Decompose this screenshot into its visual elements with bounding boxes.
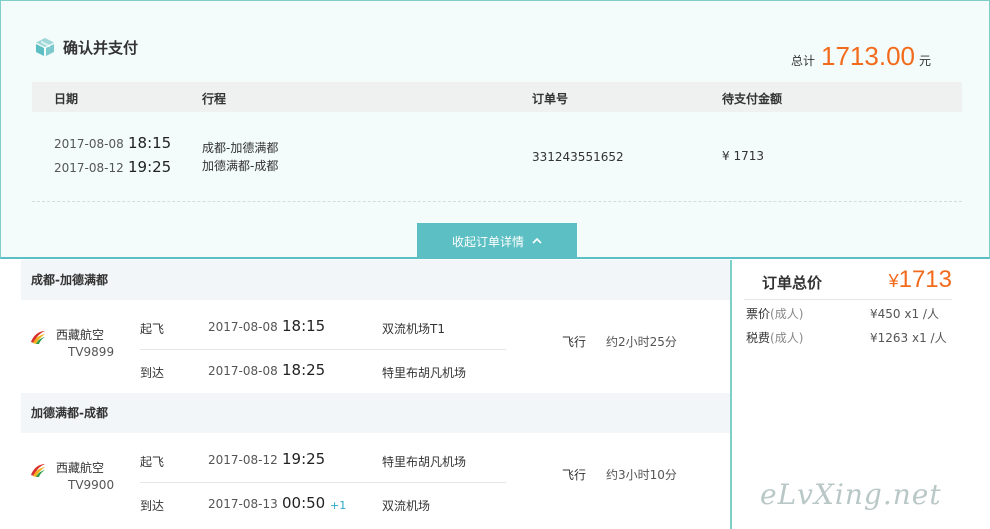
divider [744,299,952,300]
fly-label: 飞行 [562,468,587,482]
departure-leg: 起飞 2017-08-08 18:15 双流机场T1 [140,306,506,350]
arrive-label: 到达 [140,499,165,513]
arrive-airport: 特里布胡凡机场 [382,366,467,380]
price-item-value: ¥450 x1 /人 [870,307,939,321]
order-date: 2017-08-12 [54,161,124,175]
col-header-amount: 待支付金额 [722,92,783,106]
tibet-airlines-logo-icon [31,464,45,477]
date-line: 2017-08-12 19:25 [54,158,171,182]
arrive-date: 2017-08-08 [208,364,278,378]
depart-label: 起飞 [140,455,165,469]
price-item-passenger-type: (成人) [770,307,804,321]
next-day-badge: +1 [330,499,347,512]
order-table-header: 日期 行程 订单号 待支付金额 [32,82,962,112]
flight-item: 西藏航空 TV9900 起飞 2017-08-12 19:25 特里布胡凡机场 … [21,433,730,525]
depart-airport: 双流机场T1 [382,322,445,336]
order-dates: 2017-08-08 18:15 2017-08-12 19:25 [54,134,171,182]
col-header-route: 行程 [202,92,227,106]
flight-item: 西藏航空 TV9899 起飞 2017-08-08 18:15 双流机场T1 到… [21,300,730,392]
order-total: 总计 1713.00 元 [791,41,931,72]
page-title: 确认并支付 [63,38,139,57]
flight-number: TV9899 [68,345,115,359]
column-divider [730,260,732,529]
page-title-row: 确认并支付 [33,35,138,59]
order-number: 331243551652 [532,150,624,164]
order-row: 2017-08-08 18:15 2017-08-12 19:25 成都-加德满… [32,112,962,202]
price-item-name: 税费 [746,331,771,345]
route-line: 成都-加德满都 [202,141,279,155]
collapse-order-details-button[interactable]: 收起订单详情 [417,223,577,259]
tibet-airlines-logo-icon [31,331,45,344]
price-summary-title: 订单总价 [762,274,823,292]
order-time: 18:15 [128,134,172,152]
col-header-order-no: 订单号 [532,92,569,106]
airline-name: 西藏航空 [56,461,105,475]
price-item-name: 票价 [746,307,771,321]
airline-name: 西藏航空 [56,328,105,342]
price-summary-total: ¥1713 [889,266,952,294]
depart-label: 起飞 [140,322,165,336]
fly-label: 飞行 [562,335,587,349]
price-total-value: 1713 [898,266,952,293]
order-routes: 成都-加德满都 加德满都-成都 [202,139,278,175]
segment-header: 加德满都-成都 [21,393,730,433]
depart-airport: 特里布胡凡机场 [382,455,467,469]
order-date: 2017-08-08 [54,137,124,151]
depart-time: 19:25 [282,450,326,468]
flight-duration: 约3小时10分 [606,468,677,482]
arrive-airport: 双流机场 [382,499,431,513]
package-box-icon [36,38,54,56]
departure-leg: 起飞 2017-08-12 19:25 特里布胡凡机场 [140,439,506,483]
price-item-value: ¥1263 x1 /人 [870,331,947,345]
chevron-up-icon [532,236,542,247]
total-label: 总计 [790,54,815,68]
flight-duration: 约2小时25分 [606,335,677,349]
total-amount: 1713.00 [821,41,915,71]
depart-date: 2017-08-08 [208,320,278,334]
arrive-label: 到达 [140,366,165,380]
arrive-time: 18:25 [282,361,326,379]
arrival-leg: 到达 2017-08-08 18:25 特里布胡凡机场 [140,350,506,394]
currency-symbol: ¥ [888,271,899,291]
confirm-pay-panel: 确认并支付 总计 1713.00 元 日期 行程 订单号 待支付金额 2017-… [0,0,990,259]
arrival-leg: 到达 2017-08-13 00:50 +1 双流机场 [140,483,506,527]
price-item-tax: 税费(成人) ¥1263 x1 /人 [746,329,956,346]
price-item-passenger-type: (成人) [770,331,804,345]
order-time: 19:25 [128,158,172,176]
date-line: 2017-08-08 18:15 [54,134,171,158]
pending-amount: ¥ 1713 [722,149,764,163]
arrive-time: 00:50 [282,494,326,512]
arrive-date: 2017-08-13 [208,497,278,511]
toggle-label: 收起订单详情 [451,234,524,249]
flight-details: 成都-加德满都 西藏航空 TV9899 起飞 2017-08-08 18:15 … [21,260,730,529]
depart-date: 2017-08-12 [208,453,278,467]
watermark: eLvXing.net [760,478,942,511]
price-item-fare: 票价(成人) ¥450 x1 /人 [746,305,956,322]
route-line: 加德满都-成都 [202,159,279,173]
col-header-date: 日期 [54,92,79,106]
flight-number: TV9900 [68,478,115,492]
total-unit: 元 [918,54,931,68]
depart-time: 18:15 [282,317,326,335]
segment-header: 成都-加德满都 [21,260,730,300]
